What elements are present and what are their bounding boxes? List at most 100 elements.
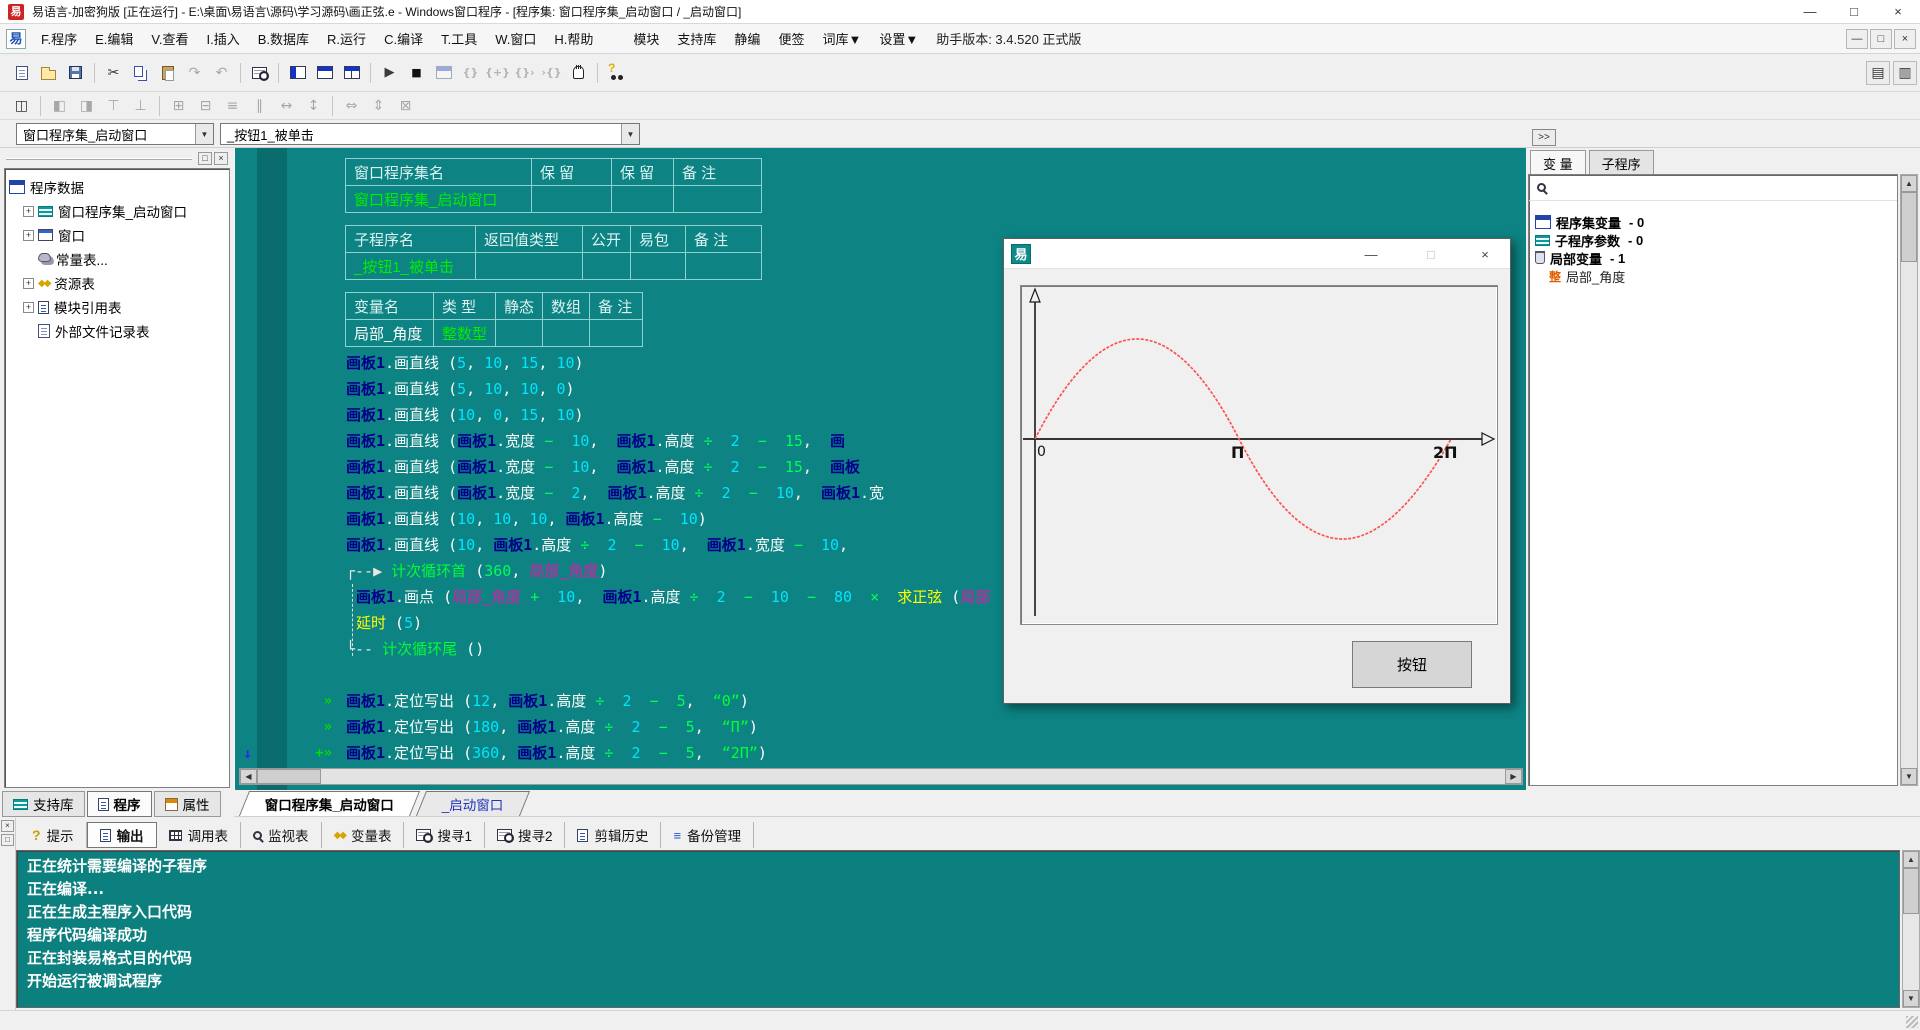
scrollbar-thumb[interactable] bbox=[257, 769, 321, 784]
align-left-button[interactable]: ◧ bbox=[46, 93, 73, 119]
same-size-width-button[interactable]: ⇔ bbox=[338, 93, 365, 119]
same-height-button[interactable]: ↕ bbox=[300, 93, 327, 119]
form-designer-button[interactable]: ◫ bbox=[8, 93, 35, 119]
step-over-button[interactable]: {+} bbox=[484, 60, 511, 86]
popup-maximize-button[interactable]: □ bbox=[1416, 243, 1446, 265]
output-close-button[interactable]: × bbox=[1, 820, 14, 832]
menu-item[interactable]: 模块 bbox=[624, 25, 668, 52]
minimize-button[interactable]: — bbox=[1788, 0, 1832, 24]
align-top-button[interactable]: ⊤ bbox=[100, 93, 127, 119]
scrollbar-thumb[interactable] bbox=[1903, 868, 1919, 914]
mdi-minimize-button[interactable]: — bbox=[1846, 29, 1868, 49]
popup-window[interactable]: 易 — □ × 0 Π 2Π 按钮 bbox=[1003, 238, 1511, 704]
table-value-cell[interactable] bbox=[583, 253, 631, 280]
chevron-down-icon[interactable]: ▼ bbox=[621, 124, 639, 144]
code-line[interactable]: »画板1.定位写出 (180, 画板1.高度 ÷ 2 − 5, “Π”) bbox=[235, 714, 1526, 740]
tree-item-win[interactable]: +窗口 bbox=[23, 223, 225, 247]
table-value-cell[interactable]: _按钮1_被单击 bbox=[346, 253, 476, 280]
cut-button[interactable]: ✂ bbox=[100, 60, 127, 86]
panel-expand-button[interactable]: >> bbox=[1532, 129, 1556, 146]
same-size-height-button[interactable]: ⇕ bbox=[365, 93, 392, 119]
popup-button[interactable]: 按钮 bbox=[1352, 641, 1472, 688]
variable-item-jar[interactable]: 局部变量- 1 bbox=[1535, 249, 1891, 267]
run-button[interactable]: ▶ bbox=[376, 60, 403, 86]
variable-item-set[interactable]: 子程序参数- 0 bbox=[1535, 231, 1891, 249]
debug-window-button[interactable] bbox=[430, 60, 457, 86]
scroll-up-icon[interactable]: ▲ bbox=[1901, 175, 1917, 192]
menu-item[interactable]: F.程序 bbox=[32, 25, 86, 52]
variable-item-int[interactable]: 整局部_角度 bbox=[1535, 267, 1891, 285]
tree-item-db[interactable]: 常量表... bbox=[23, 247, 225, 271]
mdi-restore-button[interactable]: □ bbox=[1870, 29, 1892, 49]
output-tab-搜寻2[interactable]: 搜寻2 bbox=[485, 822, 566, 848]
space-across-button[interactable]: ≡ bbox=[219, 93, 246, 119]
scrollbar-thumb[interactable] bbox=[1901, 192, 1917, 262]
scroll-down-icon[interactable]: ▼ bbox=[1903, 990, 1919, 1007]
side-toggle-1-button[interactable]: ▤ bbox=[1866, 61, 1890, 85]
table-value-cell[interactable] bbox=[476, 253, 583, 280]
pan-hand-button[interactable] bbox=[565, 60, 592, 86]
output-tab-剪辑历史[interactable]: 剪辑历史 bbox=[565, 822, 661, 848]
table-value-cell[interactable]: 局部_角度 bbox=[346, 320, 434, 347]
output-scrollbar[interactable]: ▲ ▼ bbox=[1902, 850, 1920, 1008]
menu-item[interactable]: I.插入 bbox=[198, 25, 249, 52]
layout-grid-button[interactable] bbox=[338, 60, 365, 86]
tab-属性[interactable]: 属性 bbox=[154, 791, 221, 817]
menu-item[interactable]: 设置▼ bbox=[870, 25, 927, 52]
table-value-cell[interactable]: 窗口程序集_启动窗口 bbox=[346, 186, 532, 213]
expand-plus-icon[interactable]: + bbox=[23, 230, 34, 241]
table-value-cell[interactable]: 整数型 bbox=[434, 320, 496, 347]
layout-top-button[interactable] bbox=[311, 60, 338, 86]
table-value-cell[interactable] bbox=[543, 320, 590, 347]
side-toggle-2-button[interactable]: ▥ bbox=[1893, 61, 1917, 85]
program-set-combobox[interactable]: 窗口程序集_启动窗口 ▼ bbox=[16, 123, 214, 145]
paste-button[interactable] bbox=[154, 60, 181, 86]
tree-item-res[interactable]: +◆◆资源表 bbox=[23, 271, 225, 295]
tab-变量[interactable]: 变 量 bbox=[1530, 150, 1586, 174]
output-tab-提示[interactable]: ?提示 bbox=[20, 822, 87, 848]
output-restore-button[interactable]: □ bbox=[1, 834, 14, 846]
open-file-button[interactable] bbox=[35, 60, 62, 86]
menu-item[interactable]: B.数据库 bbox=[249, 25, 318, 52]
find-help-button[interactable] bbox=[603, 60, 630, 86]
expand-plus-icon[interactable]: + bbox=[23, 206, 34, 217]
resize-grip[interactable] bbox=[1906, 1016, 1918, 1028]
popup-title-bar[interactable]: 易 — □ × bbox=[1004, 239, 1510, 269]
step-out-button[interactable]: {}› bbox=[511, 60, 538, 86]
tree-item-file[interactable]: 外部文件记录表 bbox=[23, 319, 225, 343]
tab-支持库[interactable]: 支持库 bbox=[2, 791, 85, 817]
variables-scrollbar[interactable]: ▲ ▼ bbox=[1900, 174, 1918, 786]
menu-item[interactable]: W.窗口 bbox=[486, 25, 545, 52]
menu-item[interactable]: H.帮助 bbox=[545, 25, 602, 52]
space-down-button[interactable]: ∥ bbox=[246, 93, 273, 119]
scroll-up-icon[interactable]: ▲ bbox=[1903, 851, 1919, 868]
menu-item[interactable]: C.编译 bbox=[375, 25, 432, 52]
scroll-left-icon[interactable]: ◀ bbox=[240, 769, 257, 784]
panel-close-button[interactable]: × bbox=[214, 152, 228, 165]
tab-子程序[interactable]: 子程序 bbox=[1589, 150, 1654, 174]
scroll-down-icon[interactable]: ▼ bbox=[1901, 768, 1917, 785]
layout-left-button[interactable] bbox=[284, 60, 311, 86]
scroll-right-icon[interactable]: ▶ bbox=[1505, 769, 1522, 784]
table-value-cell[interactable] bbox=[612, 186, 674, 213]
menu-item[interactable]: 词库▼ bbox=[813, 25, 870, 52]
menu-item[interactable]: 支持库 bbox=[668, 25, 725, 52]
panel-restore-button[interactable]: □ bbox=[198, 152, 212, 165]
code-line[interactable]: ↓+»画板1.定位写出 (360, 画板1.高度 ÷ 2 − 5, “2Π”) bbox=[235, 740, 1526, 766]
menu-item[interactable]: 静编 bbox=[725, 25, 769, 52]
redo-button[interactable]: ↷ bbox=[181, 60, 208, 86]
menu-item[interactable]: 便签 bbox=[769, 25, 813, 52]
table-value-cell[interactable] bbox=[686, 253, 762, 280]
stop-button[interactable]: ■ bbox=[403, 60, 430, 86]
run-to-cursor-button[interactable]: ›{} bbox=[538, 60, 565, 86]
expand-plus-icon[interactable]: + bbox=[23, 302, 34, 313]
same-width-button[interactable]: ↔ bbox=[273, 93, 300, 119]
panel-grip[interactable]: □ × bbox=[2, 150, 232, 168]
align-right-button[interactable]: ◨ bbox=[73, 93, 100, 119]
table-value-cell[interactable] bbox=[674, 186, 762, 213]
output-tab-变量表[interactable]: ◆◆变量表 bbox=[322, 822, 405, 848]
popup-close-button[interactable]: × bbox=[1470, 243, 1500, 265]
copy-button[interactable] bbox=[127, 60, 154, 86]
tree-root-program-data[interactable]: 程序数据 bbox=[9, 175, 225, 199]
center-horizontal-button[interactable]: ⊞ bbox=[165, 93, 192, 119]
